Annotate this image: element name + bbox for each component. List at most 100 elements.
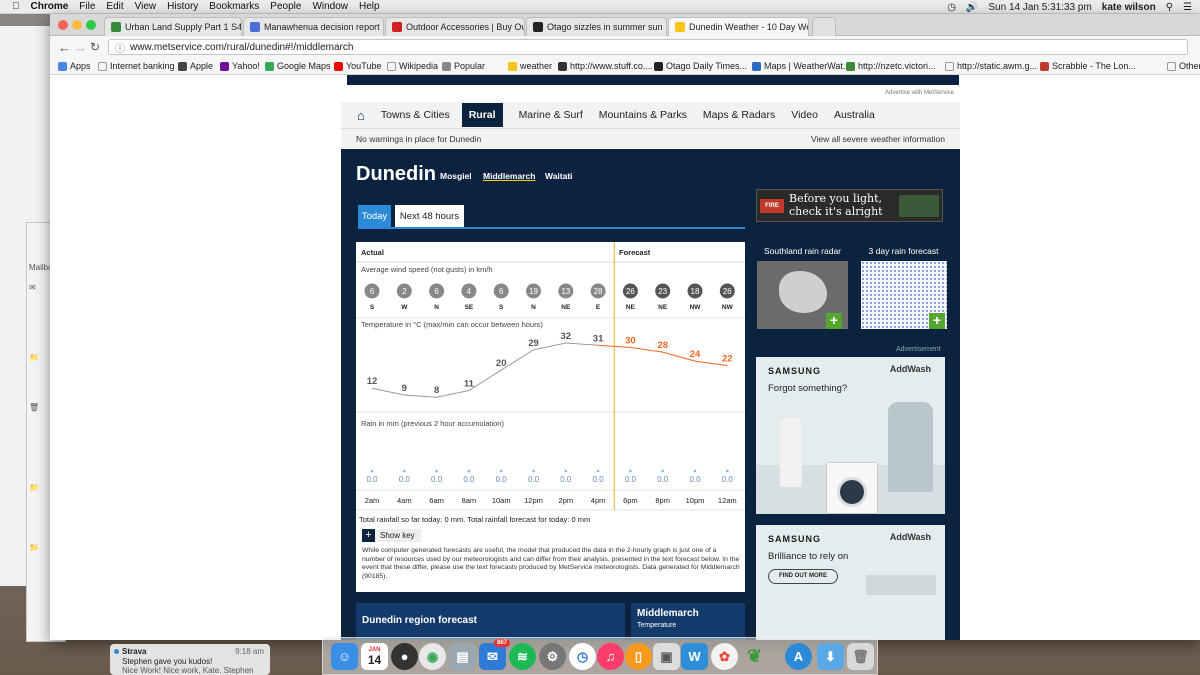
advertise-link[interactable]: Advertise with MetService — [885, 90, 954, 96]
bookmark-item[interactable]: Internet banking — [98, 61, 175, 71]
rain-marker — [499, 469, 503, 473]
browser-tab-active[interactable]: Dunedin Weather - 10 Day We× — [668, 17, 809, 36]
trash-icon[interactable]: 🗑 — [847, 643, 874, 670]
nav-item[interactable]: Marine & Surf — [519, 109, 583, 121]
minimize-window-button[interactable] — [72, 20, 82, 30]
bookmark-item[interactable]: Popular — [442, 61, 485, 71]
bookmark-item[interactable]: Scrabble - The Lon... — [1040, 61, 1136, 71]
system-preferences-icon[interactable]: ⚙ — [539, 643, 566, 670]
rain-radar-panel[interactable]: Southland rain radar + — [756, 242, 849, 332]
user-name[interactable]: kate wilson — [1102, 2, 1156, 13]
bookmark-item[interactable]: http://static.awm.g... — [945, 61, 1037, 71]
menu-item[interactable]: Edit — [106, 1, 123, 12]
bookmark-item[interactable]: Maps | WeatherWat... — [752, 61, 850, 71]
mail-icon[interactable]: ✉ 867 — [479, 639, 510, 670]
find-out-more-button[interactable]: FIND OUT MORE — [768, 569, 838, 584]
temperature-value: 9 — [402, 383, 407, 394]
expand-plus-icon[interactable]: + — [826, 313, 842, 329]
word-icon[interactable]: W — [681, 643, 708, 670]
tab-today[interactable]: Today — [358, 205, 391, 227]
browser-tab[interactable]: Otago sizzles in summer sun× — [526, 17, 667, 36]
samsung-ad[interactable]: SAMSUNG AddWash Forgot something? — [756, 357, 945, 514]
photos-icon[interactable]: ✿ — [711, 643, 738, 670]
preview-icon[interactable]: ▤ — [449, 643, 476, 670]
time-machine-icon[interactable]: ◷ — [569, 643, 596, 670]
menu-item[interactable]: View — [135, 1, 157, 12]
bookmark-item[interactable]: weather — [508, 61, 552, 71]
notification-time: 9:18 am — [235, 647, 264, 656]
tab-next-48-hours[interactable]: Next 48 hours — [395, 205, 464, 227]
rain-value: 0.0 — [593, 475, 605, 484]
info-icon[interactable]: ⓘ — [115, 40, 125, 55]
samsung-ad[interactable]: SAMSUNG AddWash Brilliance to rely on FI… — [756, 525, 945, 640]
menu-item[interactable]: People — [270, 1, 301, 12]
rain-radar-title: Southland rain radar — [763, 246, 842, 256]
nav-item-active[interactable]: Rural — [461, 103, 503, 127]
menu-item[interactable]: History — [167, 1, 198, 12]
forward-icon[interactable]: → — [74, 40, 87, 55]
ibooks-icon[interactable]: ▯ — [625, 643, 652, 670]
chrome-icon[interactable]: ◉ — [419, 643, 446, 670]
nav-item[interactable]: Towns & Cities — [381, 109, 450, 121]
image-capture-icon[interactable]: ▣ — [653, 643, 680, 670]
fire-safety-ad[interactable]: FIRE Before you light, check it's alrigh… — [756, 189, 943, 222]
home-icon[interactable]: ⌂ — [357, 108, 365, 123]
itunes-icon[interactable]: ♫ — [597, 643, 624, 670]
show-key-button[interactable]: + Show key — [362, 529, 421, 542]
bookmark-item[interactable]: Apps — [58, 61, 91, 71]
wind-speed-value: 18 — [691, 287, 700, 296]
app-store-icon[interactable]: A — [785, 643, 812, 670]
location-link[interactable]: Waitati — [545, 171, 573, 181]
wifi-icon[interactable]: ◷ — [947, 2, 956, 13]
bookmark-item[interactable]: Wikipedia — [387, 61, 438, 71]
volume-icon[interactable]: 🔊 — [966, 2, 978, 13]
nav-item[interactable]: Australia — [834, 109, 875, 121]
bookmark-item[interactable]: http://nzetc.victori... — [846, 61, 936, 71]
location-link-active[interactable]: Middlemarch — [483, 171, 535, 181]
location-link[interactable]: Mosgiel — [440, 171, 472, 181]
menu-item[interactable]: Bookmarks — [209, 1, 259, 12]
bookmark-item[interactable]: Apple — [178, 61, 213, 71]
nav-item[interactable]: Maps & Radars — [703, 109, 775, 121]
browser-tab[interactable]: Outdoor Accessories | Buy Ou× — [385, 17, 525, 36]
menu-item[interactable]: Window — [312, 1, 348, 12]
nav-item[interactable]: Mountains & Parks — [599, 109, 687, 121]
zoom-window-button[interactable] — [86, 20, 96, 30]
apple-icon[interactable]:  — [12, 1, 20, 12]
launchpad-icon[interactable]: ● — [391, 643, 418, 670]
menu-item[interactable]: Help — [359, 1, 380, 12]
plant-app-icon[interactable]: ❦ — [741, 643, 768, 670]
notification-center-icon[interactable]: ☰ — [1183, 2, 1192, 13]
ad-logo — [899, 195, 939, 217]
downloads-folder-icon[interactable]: ⬇ — [817, 643, 844, 670]
nav-item[interactable]: Video — [791, 109, 818, 121]
browser-tab[interactable]: Manawhenua decision report× — [243, 17, 384, 36]
reload-icon[interactable]: ↻ — [90, 40, 100, 54]
severe-weather-link[interactable]: View all severe weather information — [811, 134, 945, 144]
bookmark-item[interactable]: Other — [1167, 61, 1200, 71]
calendar-icon[interactable]: JAN 14 — [361, 643, 388, 670]
spotify-icon[interactable]: ≋ — [509, 643, 536, 670]
close-tab-icon[interactable]: × — [663, 22, 666, 32]
menu-app-name[interactable]: Chrome — [31, 1, 69, 12]
spotlight-icon[interactable]: ⚲ — [1166, 2, 1173, 13]
tab-strip: Urban Land Supply Part 1 S4× Manawhenua … — [50, 14, 1200, 36]
new-tab-button[interactable] — [812, 17, 836, 36]
finder-icon[interactable]: ☺ — [331, 643, 358, 670]
bookmark-item[interactable]: http://www.stuff.co.... — [558, 61, 653, 71]
rain-forecast-panel[interactable]: 3 day rain forecast + — [860, 242, 947, 332]
bookmark-item[interactable]: YouTube — [334, 61, 381, 71]
expand-plus-icon[interactable]: + — [929, 313, 945, 329]
browser-tab[interactable]: Urban Land Supply Part 1 S4× — [104, 17, 242, 36]
address-bar[interactable]: ⓘ www.metservice.com/rural/dunedin#!/mid… — [108, 39, 1188, 55]
bookmark-item[interactable]: Google Maps — [265, 61, 331, 71]
menu-item[interactable]: File — [79, 1, 95, 12]
back-icon[interactable]: ← — [58, 40, 71, 55]
bookmark-item[interactable]: Yahoo! — [220, 61, 260, 71]
clock[interactable]: Sun 14 Jan 5:31:33 pm — [988, 2, 1091, 13]
bookmark-item[interactable]: Otago Daily Times... — [654, 61, 747, 71]
time-label: 4am — [397, 496, 412, 505]
close-tab-icon[interactable]: × — [380, 22, 383, 32]
close-window-button[interactable] — [58, 20, 68, 30]
strava-notification[interactable]: Strava 9:18 am Stephen gave you kudos! N… — [110, 644, 270, 675]
